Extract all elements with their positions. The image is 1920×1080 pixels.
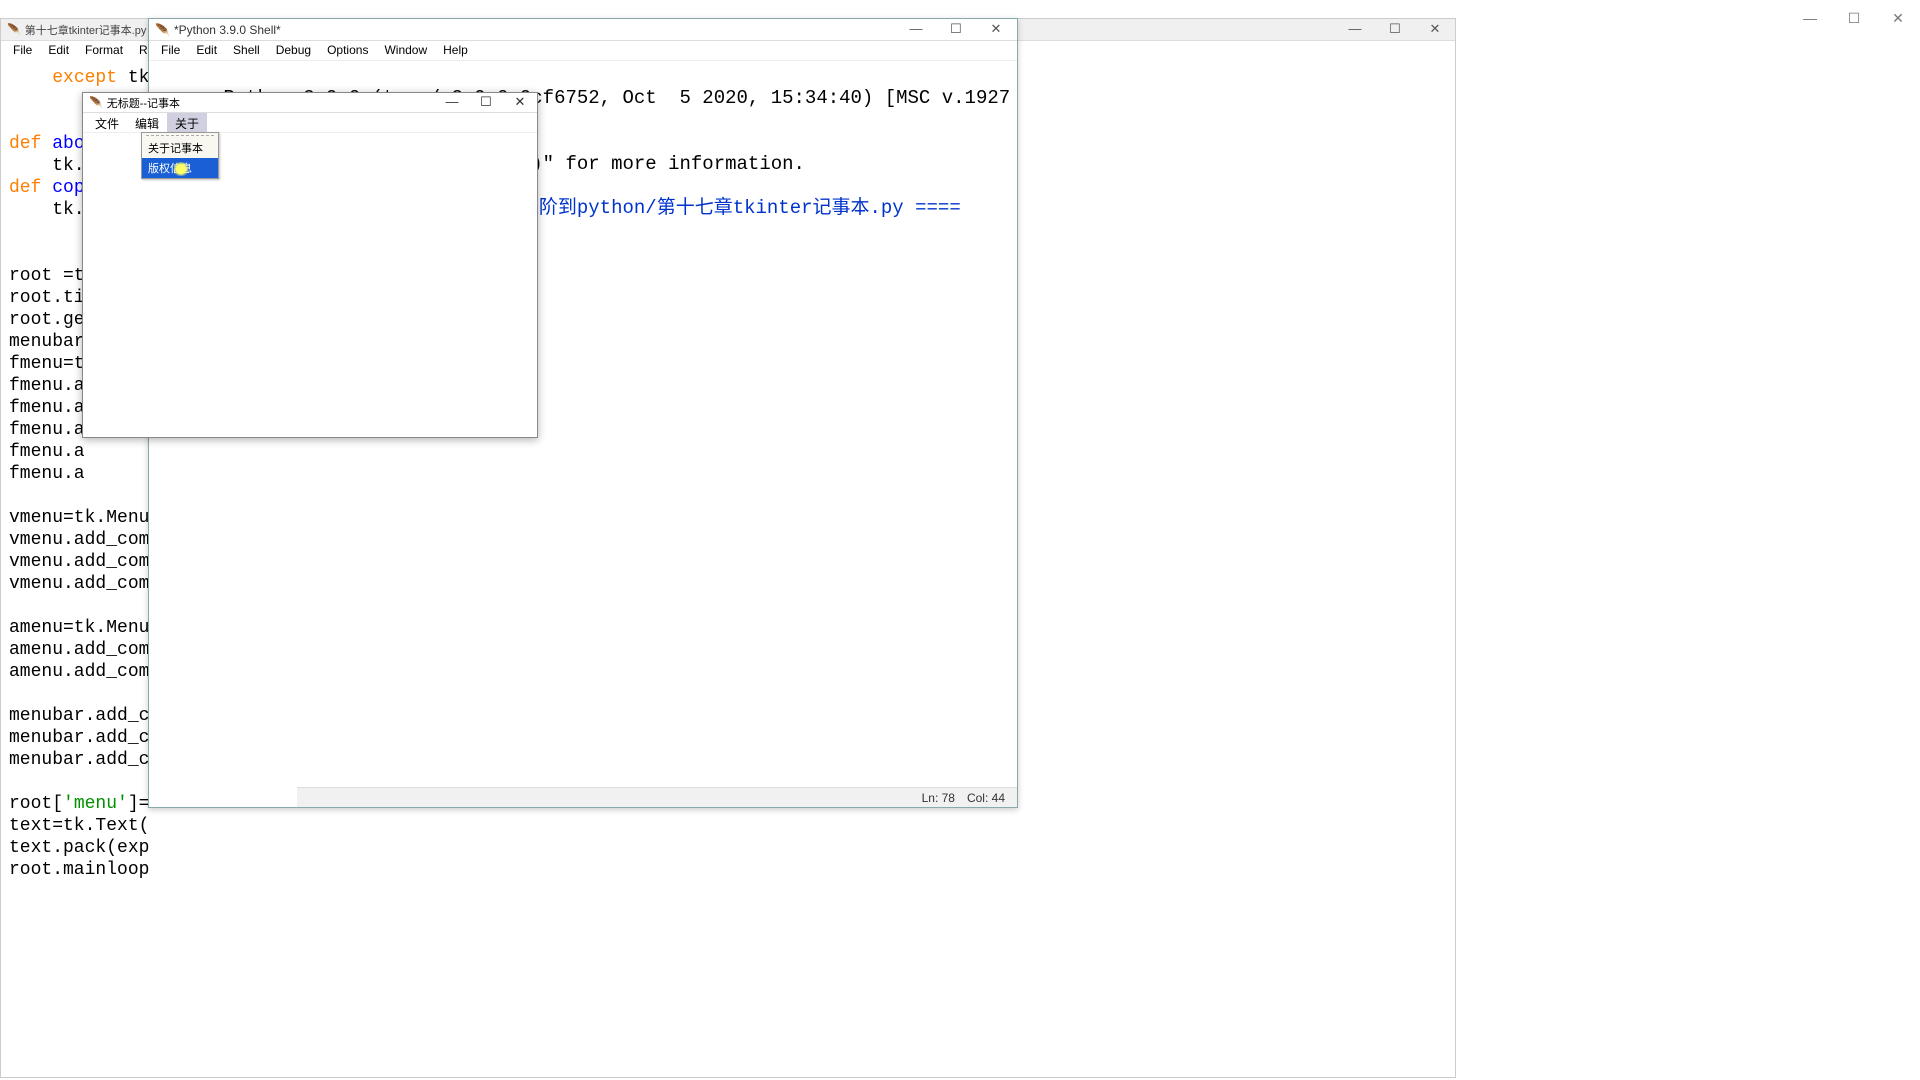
close-icon[interactable]: ✕ (1884, 10, 1912, 27)
close-icon[interactable]: ✕ (507, 94, 533, 110)
separator (146, 135, 214, 136)
minimize-icon[interactable]: — (439, 94, 465, 110)
minimize-icon[interactable]: — (1796, 10, 1824, 27)
menu-window[interactable]: Window (376, 41, 435, 60)
python-icon: 🪶 (89, 96, 103, 109)
shell-statusbar: Ln: 78 Col: 44 (297, 787, 1017, 807)
maximize-icon[interactable]: ☐ (1381, 21, 1409, 37)
menu-file[interactable]: 文件 (87, 113, 127, 132)
about-dropdown: 关于记事本 版权信息 (141, 132, 219, 179)
minimize-icon[interactable]: — (1341, 21, 1369, 37)
shell-restart-line: ch进阶到python/第十七章tkinter记事本.py ==== (497, 197, 961, 219)
maximize-icon[interactable]: ☐ (1840, 10, 1868, 27)
menu-edit[interactable]: Edit (188, 41, 225, 60)
menu-format[interactable]: Format (77, 41, 131, 61)
menu-debug[interactable]: Debug (268, 41, 319, 60)
maximize-icon[interactable]: ☐ (473, 94, 499, 110)
status-col: Col: 44 (967, 791, 1005, 805)
menu-shell[interactable]: Shell (225, 41, 268, 60)
outer-window-controls: — ☐ ✕ (1796, 10, 1912, 27)
shell-title: *Python 3.9.0 Shell* (174, 23, 281, 37)
notepad-menubar: 文件 编辑 关于 (83, 113, 537, 133)
menu-options[interactable]: Options (319, 41, 376, 60)
status-line: Ln: 78 (922, 791, 955, 805)
minimize-icon[interactable]: — (901, 21, 931, 37)
dropdown-item-copyright[interactable]: 版权信息 (142, 158, 218, 178)
editor-window-controls: — ☐ ✕ (1341, 21, 1449, 37)
menu-file[interactable]: File (153, 41, 188, 60)
code-line: text.pack(exp (9, 837, 1447, 859)
close-icon[interactable]: ✕ (981, 21, 1011, 37)
maximize-icon[interactable]: ☐ (941, 21, 971, 37)
close-icon[interactable]: ✕ (1421, 21, 1449, 37)
shell-titlebar: 🪶 *Python 3.9.0 Shell* (149, 19, 1017, 41)
menu-file[interactable]: File (5, 41, 40, 61)
dropdown-item-about-notepad[interactable]: 关于记事本 (142, 138, 218, 158)
menu-help[interactable]: Help (435, 41, 476, 60)
menu-edit[interactable]: 编辑 (127, 113, 167, 132)
code-line: text=tk.Text( (9, 815, 1447, 837)
notepad-window-controls: — ☐ ✕ (439, 94, 533, 110)
shell-menubar: File Edit Shell Debug Options Window Hel… (149, 41, 1017, 61)
code-line: root.mainloop (9, 859, 1447, 881)
desktop: — ☐ ✕ — ☐ ✕ 🪶 第十七章tkinter记事本.py - ... Fi… (0, 0, 1920, 1080)
menu-edit[interactable]: Edit (40, 41, 77, 61)
editor-title: 第十七章tkinter记事本.py - ... (25, 22, 166, 38)
shell-window-controls: — ☐ ✕ (901, 21, 1011, 37)
python-icon: 🪶 (155, 23, 170, 37)
notepad-title: 无标题--记事本 (107, 95, 180, 111)
menu-about[interactable]: 关于 (167, 113, 207, 132)
python-icon: 🪶 (7, 23, 21, 36)
